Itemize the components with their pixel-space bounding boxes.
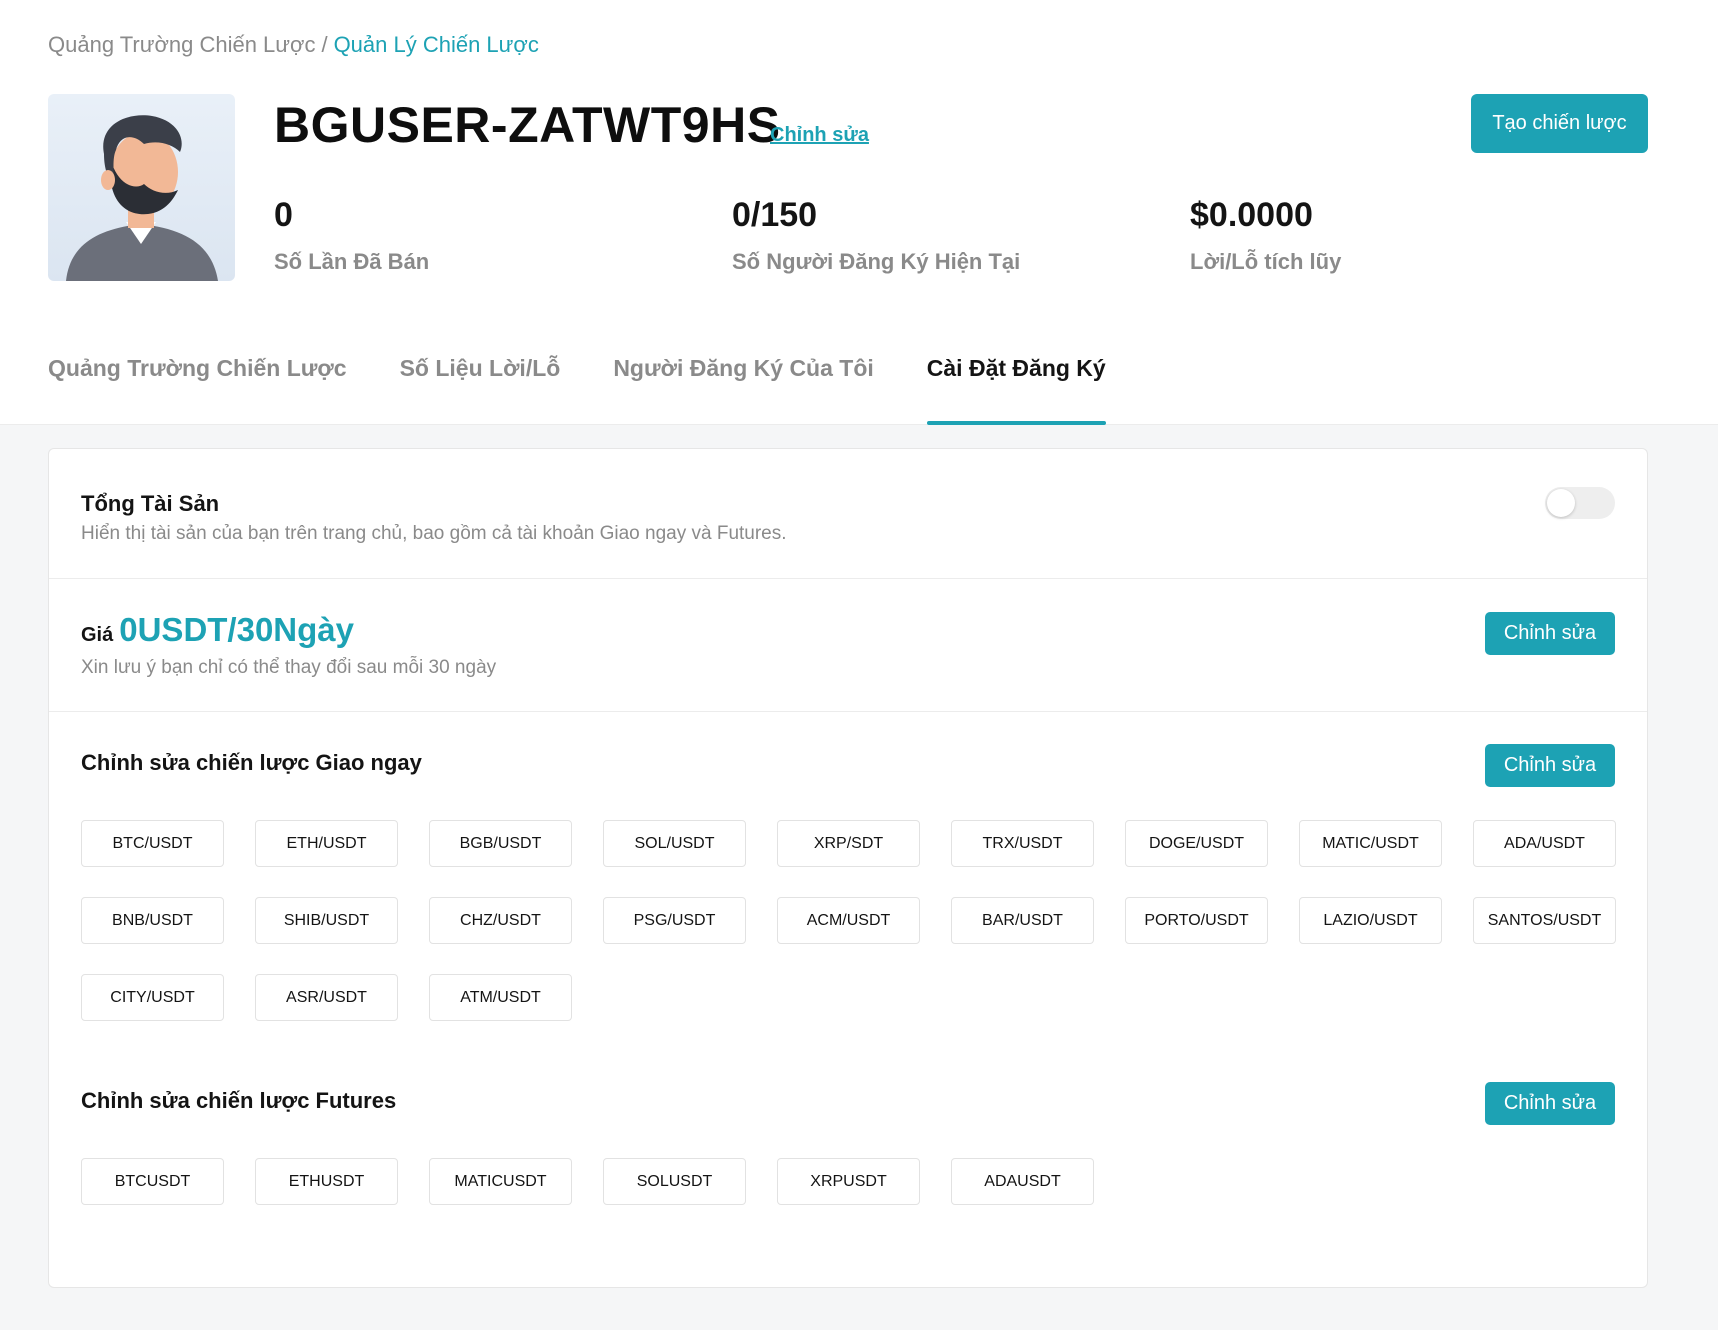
breadcrumb-parent[interactable]: Quảng Trường Chiến Lược [48,32,315,57]
breadcrumb-separator: / [321,32,328,57]
spot-pair-chip[interactable]: BAR/USDT [951,897,1094,944]
price-label: Giá [81,624,114,646]
spot-pair-chip[interactable]: XRP/SDT [777,820,920,867]
futures-strategy-title: Chỉnh sửa chiến lược Futures [81,1088,397,1113]
spot-pair-chip[interactable]: BTC/USDT [81,820,224,867]
spot-pair-chip[interactable]: ASR/USDT [255,974,398,1021]
futures-pair-chip[interactable]: ETHUSDT [255,1158,398,1205]
spot-pair-chip[interactable]: LAZIO/USDT [1299,897,1442,944]
stat-label: Lời/Lỗ tích lũy [1190,249,1342,274]
futures-pair-chip[interactable]: ADAUSDT [951,1158,1094,1205]
stat-label: Số Người Đăng Ký Hiện Tại [732,249,1021,274]
stat-times-sold: 0 Số Lần Đã Bán [274,196,429,275]
total-assets-section: Tổng Tài Sản Hiển thị tài sản của bạn tr… [49,449,1647,579]
breadcrumb-current: Quản Lý Chiến Lược [333,32,539,57]
spot-pair-chip[interactable]: ADA/USDT [1473,820,1616,867]
tab-strategy-square[interactable]: Quảng Trường Chiến Lược [48,355,347,425]
futures-pairs-grid: BTCUSDT ETHUSDT MATICUSDT SOLUSDT XRPUSD… [81,1158,1616,1205]
spot-pair-chip[interactable]: ACM/USDT [777,897,920,944]
total-assets-title: Tổng Tài Sản [81,491,220,516]
settings-card: Tổng Tài Sản Hiển thị tài sản của bạn tr… [48,448,1648,1288]
futures-pair-chip[interactable]: MATICUSDT [429,1158,572,1205]
user-avatar-icon [66,115,218,281]
futures-pair-chip[interactable]: BTCUSDT [81,1158,224,1205]
stat-value: 0/150 [732,196,818,234]
tab-pnl-data[interactable]: Số Liệu Lời/Lỗ [400,355,561,425]
price-value: 0USDT/30Ngày [119,611,355,648]
futures-pair-chip[interactable]: XRPUSDT [777,1158,920,1205]
tab-subscription-settings[interactable]: Cài Đặt Đăng Ký [926,355,1106,425]
spot-pair-chip[interactable]: CHZ/USDT [429,897,572,944]
avatar [48,94,235,281]
price-row: Giá 0USDT/30Ngày [81,611,354,649]
breadcrumb: Quảng Trường Chiến Lược / Quản Lý Chiến Lư… [48,32,539,58]
stat-subscribers: 0/150 Số Người Đăng Ký Hiện Tại [732,196,1020,275]
spot-pair-chip[interactable]: SOL/USDT [603,820,746,867]
edit-price-button[interactable]: Chỉnh sửa [1485,612,1615,655]
spot-pair-chip[interactable]: DOGE/USDT [1125,820,1268,867]
username: BGUSER-ZATWT9HS [274,97,781,153]
create-strategy-button[interactable]: Tạo chiến lược [1471,94,1648,153]
stat-value: $0.0000 [1190,196,1313,234]
spot-pairs-grid: BTC/USDT ETH/USDT BGB/USDT SOL/USDT XRP/… [81,820,1616,1021]
stat-cumulative-pnl: $0.0000 Lời/Lỗ tích lũy [1190,196,1341,275]
spot-pair-chip[interactable]: MATIC/USDT [1299,820,1442,867]
total-assets-description: Hiển thị tài sản của bạn trên trang chủ,… [81,523,787,544]
spot-strategy-title: Chỉnh sửa chiến lược Giao ngay [81,750,422,775]
tab-my-subscribers[interactable]: Người Đăng Ký Của Tôi [613,355,873,425]
spot-pair-chip[interactable]: ATM/USDT [429,974,572,1021]
profile-header: Quảng Trường Chiến Lược / Quản Lý Chiến Lư… [0,0,1718,425]
spot-pair-chip[interactable]: CITY/USDT [81,974,224,1021]
stat-value: 0 [274,196,293,234]
tab-bar: Quảng Trường Chiến Lược Số Liệu Lời/Lỗ N… [48,355,1159,425]
futures-pair-chip[interactable]: SOLUSDT [603,1158,746,1205]
spot-pair-chip[interactable]: ETH/USDT [255,820,398,867]
toggle-knob [1547,489,1575,517]
price-section: Giá 0USDT/30Ngày Xin lưu ý bạn chỉ có th… [49,579,1647,712]
price-note: Xin lưu ý bạn chỉ có thể thay đổi sau mỗ… [81,657,497,678]
stat-label: Số Lần Đã Bán [274,249,430,274]
total-assets-toggle[interactable] [1545,487,1615,519]
edit-spot-button[interactable]: Chỉnh sửa [1485,744,1615,787]
spot-pair-chip[interactable]: TRX/USDT [951,820,1094,867]
spot-pair-chip[interactable]: SANTOS/USDT [1473,897,1616,944]
spot-pair-chip[interactable]: BNB/USDT [81,897,224,944]
edit-futures-button[interactable]: Chỉnh sửa [1485,1082,1615,1125]
spot-pair-chip[interactable]: PSG/USDT [603,897,746,944]
strategies-section: Chỉnh sửa chiến lược Giao ngay Chỉnh sửa… [49,712,1647,1288]
spot-pair-chip[interactable]: BGB/USDT [429,820,572,867]
edit-profile-link[interactable]: Chỉnh sửa [770,124,869,147]
spot-pair-chip[interactable]: PORTO/USDT [1125,897,1268,944]
spot-pair-chip[interactable]: SHIB/USDT [255,897,398,944]
